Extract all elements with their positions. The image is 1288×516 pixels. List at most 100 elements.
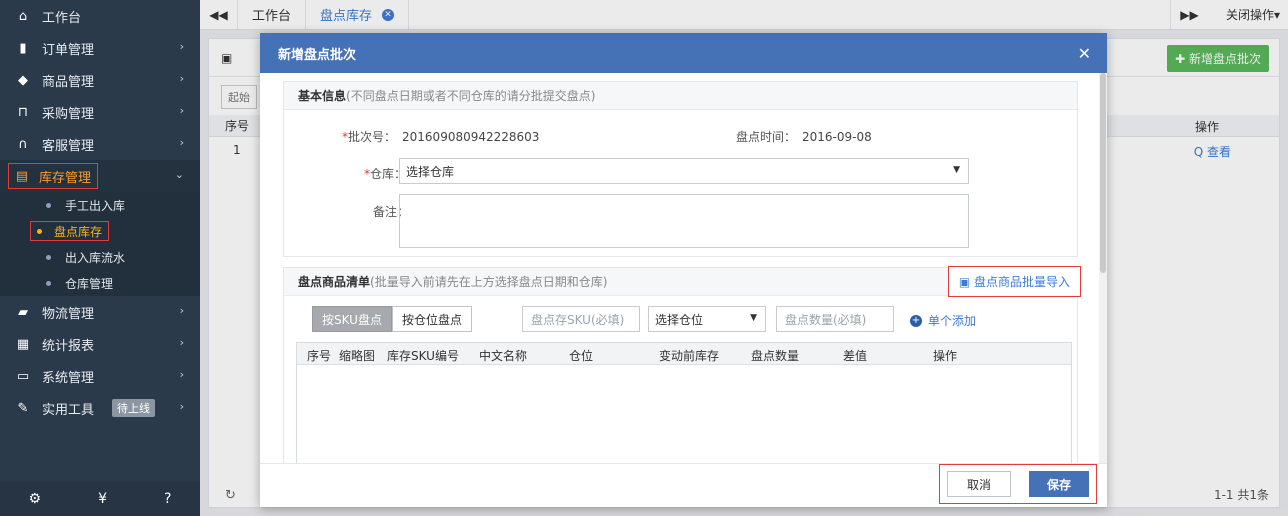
sidebar-item-workbench[interactable]: ⌂ 工作台 <box>0 0 200 32</box>
column-header: 差值 <box>843 349 868 363</box>
help-icon[interactable]: ? <box>164 491 171 507</box>
sidebar-item-inventory[interactable]: ▤ 库存管理 ⌄ <box>0 160 200 192</box>
truck-icon: ▰ <box>18 304 28 320</box>
basic-info-panel: 基本信息 (不同盘点日期或者不同仓库的请分批提交盘点) * 批次号： 20160… <box>283 81 1078 257</box>
sidebar-item-purchasing[interactable]: ⊓ 采购管理 › <box>0 96 200 128</box>
chevron-right-icon: › <box>179 400 184 413</box>
stocktake-items-table: 序号 缩略图 库存SKU编号 中文名称 仓位 变动前库存 盘点数量 差值 操作 <box>296 342 1072 463</box>
add-single-label: 单个添加 <box>928 314 977 328</box>
chevron-right-icon: › <box>179 336 184 349</box>
stocktake-list-panel: 盘点商品清单 (批量导入前请先在上方选择盘点日期和仓库) ▣ 盘点商品批量导入 … <box>283 266 1081 463</box>
bullet-icon <box>46 254 51 260</box>
panel-hint: (不同盘点日期或者不同仓库的请分批提交盘点) <box>346 89 596 103</box>
bullet-icon <box>37 228 42 234</box>
plus-circle-icon: + <box>910 314 922 327</box>
batch-import-button[interactable]: ▣ 盘点商品批量导入 <box>947 266 1081 297</box>
modal-header: 新增盘点批次 ✕ <box>260 33 1107 73</box>
import-icon: ▣ <box>958 275 971 289</box>
add-batch-modal: 新增盘点批次 ✕ 基本信息 (不同盘点日期或者不同仓库的请分批提交盘点) * 批… <box>260 33 1107 507</box>
sidebar-subitem-label: 盘点库存 <box>54 224 103 239</box>
chevron-down-icon: ⌄ <box>174 168 184 181</box>
save-button[interactable]: 保存 <box>1029 471 1089 497</box>
sku-input[interactable]: 盘点存SKU(必填) <box>522 306 640 332</box>
sidebar-item-customer-service[interactable]: ∩ 客服管理 › <box>0 128 200 160</box>
stocktake-date-label: 盘点时间： <box>736 130 797 144</box>
stocktake-mode-toggle: 按SKU盘点 按仓位盘点 <box>312 306 472 332</box>
sidebar-item-inventory-highlight: ▤ 库存管理 <box>8 163 99 189</box>
modal-body: 基本信息 (不同盘点日期或者不同仓库的请分批提交盘点) * 批次号： 20160… <box>260 73 1107 463</box>
sidebar-item-logistics[interactable]: ▰ 物流管理 › <box>0 296 200 328</box>
chevron-right-icon: › <box>179 136 184 149</box>
mode-by-location-button[interactable]: 按仓位盘点 <box>391 306 472 332</box>
panel-header: 基本信息 (不同盘点日期或者不同仓库的请分批提交盘点) <box>284 82 1077 110</box>
panel-hint: (批量导入前请先在上方选择盘点日期和仓库) <box>370 275 608 289</box>
sidebar-item-label: 统计报表 <box>42 338 95 354</box>
headset-icon: ∩ <box>18 136 28 152</box>
scrollbar-thumb[interactable] <box>1100 73 1106 273</box>
location-select[interactable]: 选择仓位 ▼ <box>648 306 766 332</box>
note-textarea[interactable] <box>399 194 969 248</box>
panel-title: 基本信息 <box>298 89 347 103</box>
chevron-right-icon: › <box>179 72 184 85</box>
sidebar-item-label: 系统管理 <box>42 370 95 386</box>
panel-title: 盘点商品清单 <box>298 275 371 289</box>
monitor-icon: ▭ <box>16 368 30 384</box>
chevron-right-icon: › <box>179 368 184 381</box>
sidebar-item-tools[interactable]: ✎ 实用工具 待上线 › <box>0 392 200 424</box>
sidebar-subitem-manual-io[interactable]: 手工出入库 <box>0 192 200 218</box>
location-select-value: 选择仓位 <box>655 312 704 327</box>
table-header: 序号 缩略图 库存SKU编号 中文名称 仓位 变动前库存 盘点数量 差值 操作 <box>297 343 1071 365</box>
cancel-button[interactable]: 取消 <box>947 471 1011 497</box>
wrench-icon: ✎ <box>17 400 29 416</box>
status-badge: 待上线 <box>112 399 156 417</box>
column-header: 序号 <box>307 349 332 363</box>
sidebar-item-label: 工作台 <box>42 10 82 26</box>
batch-import-label: 盘点商品批量导入 <box>973 275 1070 289</box>
batch-number-label: 批次号： <box>348 130 397 144</box>
warehouse-select[interactable]: 选择仓库 ▼ <box>399 158 969 184</box>
sidebar-item-label: 实用工具 <box>42 402 95 418</box>
sidebar-item-orders[interactable]: ▮ 订单管理 › <box>0 32 200 64</box>
caret-down-icon: ▼ <box>750 313 757 323</box>
sidebar-subitem-label: 仓库管理 <box>65 276 114 291</box>
sidebar-subitem-label: 出入库流水 <box>65 250 126 265</box>
mode-by-sku-button[interactable]: 按SKU盘点 <box>312 306 392 332</box>
chevron-right-icon: › <box>179 40 184 53</box>
caret-down-icon: ▼ <box>953 165 960 175</box>
sidebar-item-label: 采购管理 <box>42 106 95 122</box>
sidebar-subitem-io-flow[interactable]: 出入库流水 <box>0 244 200 270</box>
add-single-button[interactable]: + 单个添加 <box>910 312 976 329</box>
box-icon: ◆ <box>18 72 28 88</box>
sidebar-item-label: 商品管理 <box>42 74 95 90</box>
sidebar-item-label: 客服管理 <box>42 138 95 154</box>
column-header: 变动前库存 <box>659 349 720 363</box>
sidebar-item-products[interactable]: ◆ 商品管理 › <box>0 64 200 96</box>
column-header: 中文名称 <box>479 349 528 363</box>
footer-actions-highlight: 取消 保存 <box>939 464 1097 504</box>
sidebar-item-reports[interactable]: ▦ 统计报表 › <box>0 328 200 360</box>
quantity-input[interactable]: 盘点数量(必填) <box>776 306 894 332</box>
sidebar-item-label: 物流管理 <box>42 306 95 322</box>
report-icon: ▦ <box>16 336 30 352</box>
sidebar: ⌂ 工作台 ▮ 订单管理 › ◆ 商品管理 › ⊓ 采购管理 › ∩ 客服管理 … <box>0 0 200 516</box>
currency-icon[interactable]: ¥ <box>98 491 107 507</box>
sidebar-subitem-stocktake[interactable]: 盘点库存 <box>0 218 200 244</box>
stocktake-date-row: 盘点时间： 2016-09-08 <box>736 128 872 145</box>
column-header: 库存SKU编号 <box>387 349 459 363</box>
sidebar-subitem-label: 手工出入库 <box>65 198 126 213</box>
modal-footer: 取消 保存 <box>260 463 1107 507</box>
gear-icon[interactable]: ⚙ <box>29 491 42 507</box>
sidebar-subitem-warehouse[interactable]: 仓库管理 <box>0 270 200 296</box>
close-icon[interactable]: ✕ <box>1078 44 1091 63</box>
bullet-icon <box>46 202 51 208</box>
sidebar-submenu-inventory: 手工出入库 盘点库存 出入库流水 仓库管理 <box>0 192 200 296</box>
sidebar-item-label: 订单管理 <box>42 42 95 58</box>
sidebar-item-system[interactable]: ▭ 系统管理 › <box>0 360 200 392</box>
bullet-icon <box>46 280 51 286</box>
column-header: 盘点数量 <box>751 349 800 363</box>
warehouse-select-value: 选择仓库 <box>406 164 455 179</box>
chevron-right-icon: › <box>179 304 184 317</box>
modal-scrollbar[interactable] <box>1099 73 1107 463</box>
home-icon: ⌂ <box>18 8 28 24</box>
inventory-icon: ▤ <box>15 168 29 184</box>
